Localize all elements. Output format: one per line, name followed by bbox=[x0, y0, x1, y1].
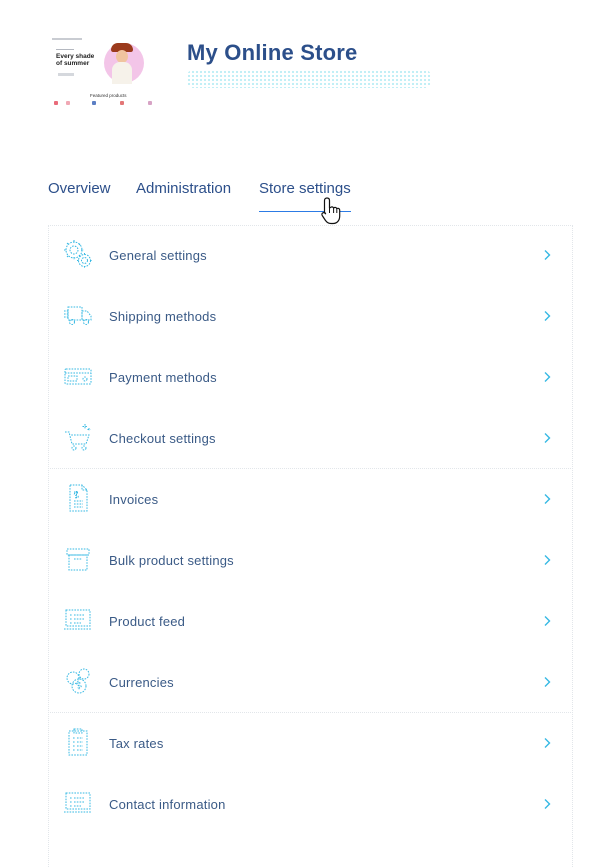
tab-store-settings[interactable]: Store settings bbox=[259, 180, 351, 212]
settings-item-label: General settings bbox=[109, 248, 207, 263]
store-header: Every shade of summer Featured products … bbox=[0, 0, 614, 140]
settings-item-bulk-product[interactable]: Bulk product settings bbox=[48, 530, 573, 591]
chevron-right-icon bbox=[544, 433, 551, 443]
hand-cursor-icon bbox=[321, 197, 341, 225]
settings-item-checkout[interactable]: Checkout settings bbox=[48, 408, 573, 469]
settings-item-currencies[interactable]: Currencies bbox=[48, 652, 573, 713]
settings-item-contact[interactable]: Contact information bbox=[48, 774, 573, 835]
settings-item-shipping[interactable]: Shipping methods bbox=[48, 286, 573, 347]
settings-item-label: Product feed bbox=[109, 614, 186, 629]
store-thumbnail[interactable]: Every shade of summer Featured products bbox=[50, 36, 158, 106]
laptop-list-icon bbox=[64, 609, 92, 630]
thumbnail-headline: Every shade of summer bbox=[56, 53, 95, 67]
thumbnail-products bbox=[52, 101, 156, 105]
settings-item-product-feed[interactable]: Product feed bbox=[48, 591, 573, 652]
settings-item-general[interactable]: General settings bbox=[48, 225, 573, 286]
settings-item-label: Shipping methods bbox=[109, 309, 217, 324]
invoice-icon bbox=[69, 484, 88, 512]
chevron-right-icon bbox=[544, 799, 551, 809]
store-title: My Online Store bbox=[187, 40, 358, 65]
settings-item-label: Invoices bbox=[109, 492, 159, 507]
settings-item-label: Bulk product settings bbox=[109, 553, 234, 568]
chevron-right-icon bbox=[544, 555, 551, 565]
settings-item-label: Contact information bbox=[109, 797, 226, 812]
chevron-right-icon bbox=[544, 372, 551, 382]
settings-item-label: Payment methods bbox=[109, 370, 217, 385]
laptop-contact-icon bbox=[64, 792, 92, 813]
clipboard-icon bbox=[68, 728, 88, 756]
thumbnail-nav bbox=[52, 38, 82, 40]
chevron-right-icon bbox=[544, 311, 551, 321]
settings-item-invoices[interactable]: Invoices bbox=[48, 469, 573, 530]
chevron-right-icon bbox=[544, 738, 551, 748]
gears-icon bbox=[64, 240, 92, 268]
settings-item-payment[interactable]: Payment methods bbox=[48, 347, 573, 408]
truck-icon bbox=[64, 306, 92, 325]
thumbnail-model bbox=[112, 62, 132, 84]
chevron-right-icon bbox=[544, 250, 551, 260]
credit-card-icon bbox=[64, 368, 92, 385]
settings-item-label: Tax rates bbox=[109, 736, 164, 751]
thumbnail-button bbox=[58, 73, 74, 76]
settings-item-label: Currencies bbox=[109, 675, 174, 690]
settings-item-label: Checkout settings bbox=[109, 431, 216, 446]
tab-overview[interactable]: Overview bbox=[48, 180, 111, 197]
chevron-right-icon bbox=[544, 677, 551, 687]
settings-item-tax-rates[interactable]: Tax rates bbox=[48, 713, 573, 774]
chevron-right-icon bbox=[544, 616, 551, 626]
cart-icon bbox=[65, 424, 91, 451]
tab-administration[interactable]: Administration bbox=[136, 180, 231, 197]
store-url-blurred[interactable] bbox=[187, 70, 431, 88]
thumbnail-kicker bbox=[56, 49, 74, 50]
chevron-right-icon bbox=[544, 494, 551, 504]
thumbnail-featured: Featured products bbox=[90, 93, 127, 98]
coins-icon bbox=[66, 668, 90, 694]
box-icon bbox=[66, 548, 90, 571]
